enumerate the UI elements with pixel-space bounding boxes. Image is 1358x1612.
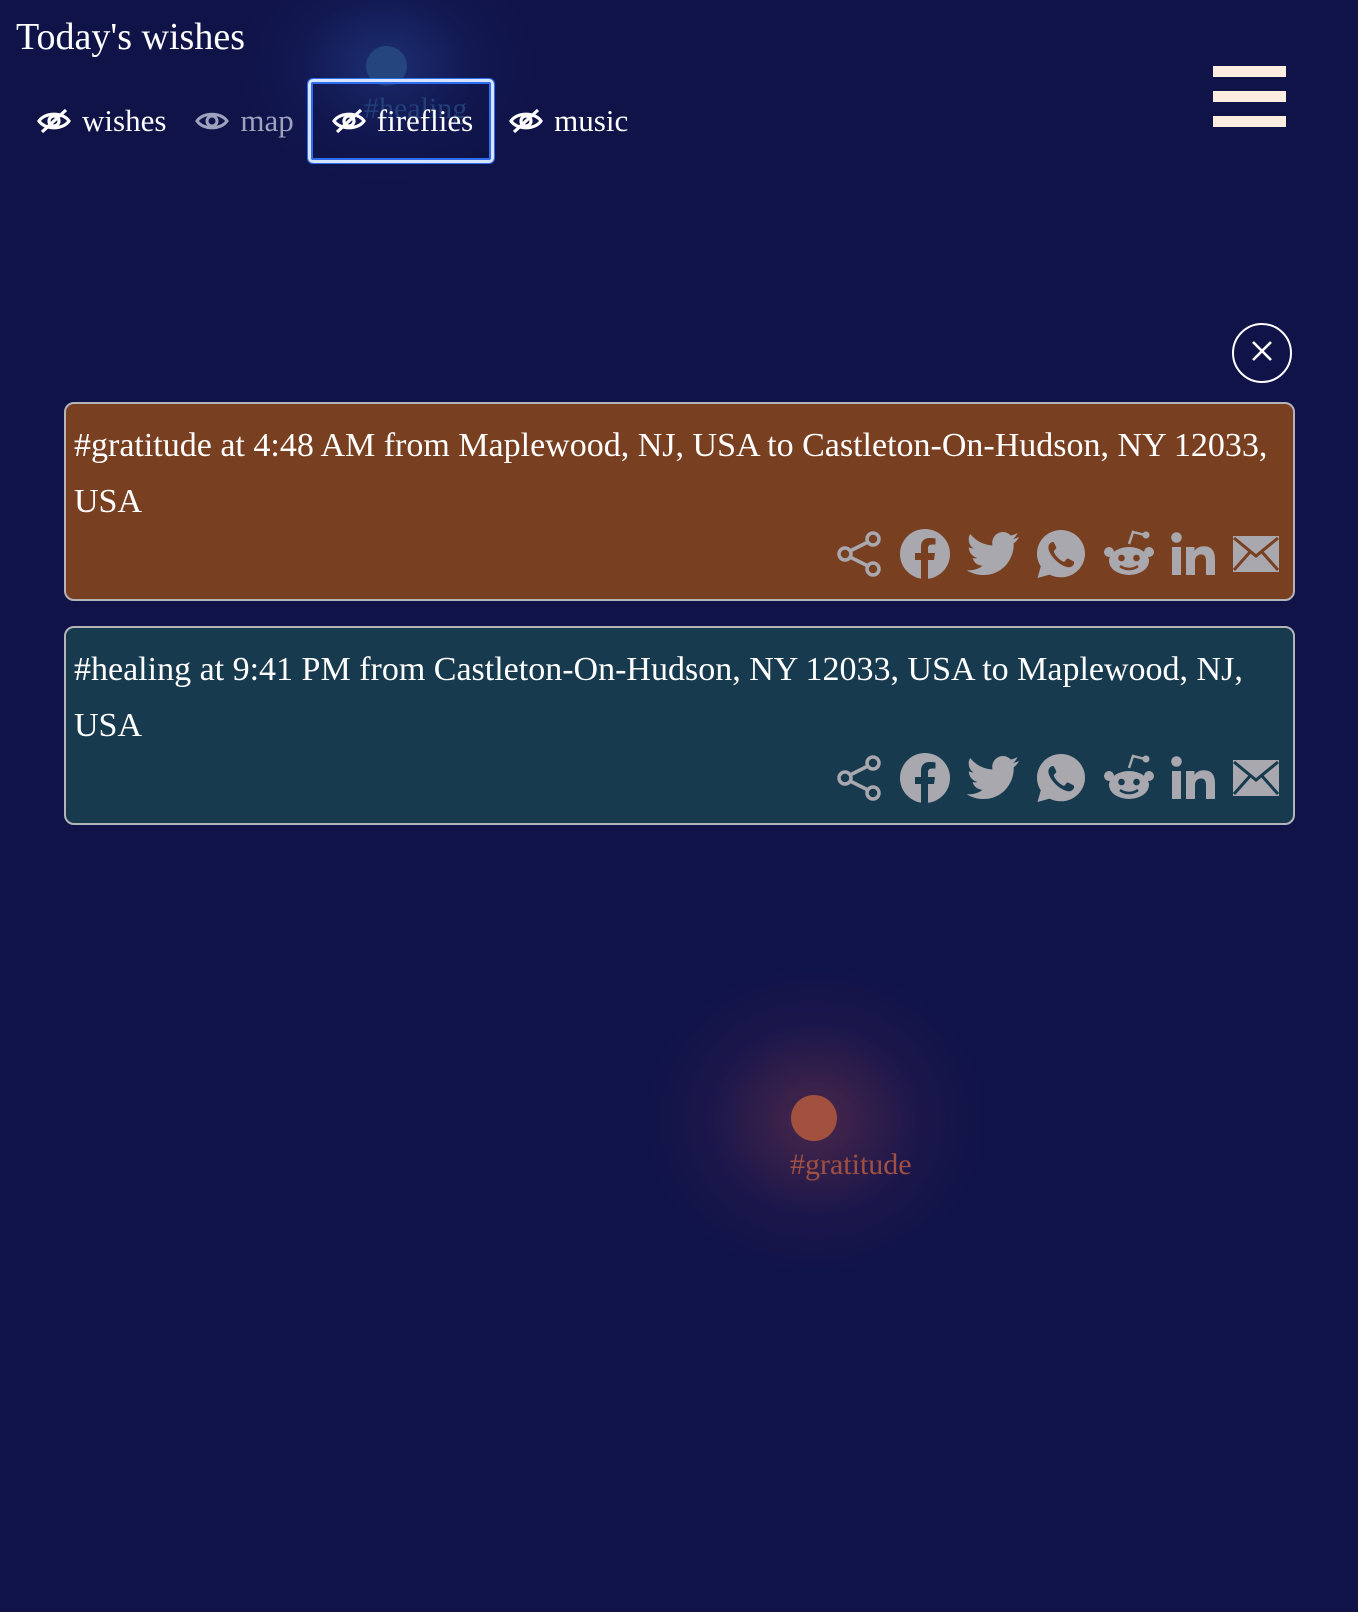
facebook-icon[interactable] — [899, 752, 951, 809]
page-title: Today's wishes — [16, 16, 246, 58]
wish-text: #healing at 9:41 PM from Castleton-On-Hu… — [74, 651, 1243, 744]
page: #healing #gratitude Today's wishes wishe… — [0, 0, 1358, 1612]
toggle-label: fireflies — [376, 103, 474, 138]
reddit-icon[interactable] — [1103, 530, 1155, 583]
email-icon[interactable] — [1232, 760, 1280, 801]
twitter-icon[interactable] — [966, 756, 1019, 805]
email-icon[interactable] — [1232, 536, 1280, 577]
whatsapp-icon[interactable] — [1035, 752, 1087, 809]
eye-slash-icon — [331, 107, 367, 135]
wish-card-gratitude: #gratitude at 4:48 AM from Maplewood, NJ… — [64, 402, 1295, 601]
toggle-fireflies[interactable]: fireflies — [307, 79, 495, 163]
eye-icon — [194, 107, 230, 135]
close-button[interactable] — [1232, 323, 1292, 383]
share-icon[interactable] — [835, 755, 883, 806]
twitter-icon[interactable] — [966, 532, 1019, 581]
eye-slash-icon — [36, 107, 72, 135]
wish-text: #gratitude at 4:48 AM from Maplewood, NJ… — [74, 427, 1268, 520]
layer-toggles: wishes map fireflies music — [22, 78, 642, 164]
hamburger-menu-icon[interactable] — [1213, 64, 1288, 128]
facebook-icon[interactable] — [899, 528, 951, 585]
toggle-label: music — [554, 103, 629, 138]
wish-card-healing: #healing at 9:41 PM from Castleton-On-Hu… — [64, 626, 1295, 825]
close-icon — [1251, 340, 1273, 367]
firefly-gratitude[interactable] — [791, 1095, 837, 1141]
toggle-label: map — [240, 103, 294, 138]
toggle-map[interactable]: map — [180, 79, 307, 163]
linkedin-icon[interactable] — [1171, 756, 1217, 805]
toggle-label: wishes — [82, 103, 167, 138]
whatsapp-icon[interactable] — [1035, 528, 1087, 585]
reddit-icon[interactable] — [1103, 754, 1155, 807]
share-row — [835, 752, 1280, 809]
eye-slash-icon — [508, 107, 544, 135]
share-icon[interactable] — [835, 531, 883, 582]
firefly-label-gratitude: #gratitude — [790, 1148, 912, 1181]
toggle-music[interactable]: music — [494, 79, 642, 163]
share-row — [835, 528, 1280, 585]
linkedin-icon[interactable] — [1171, 532, 1217, 581]
toggle-wishes[interactable]: wishes — [22, 79, 180, 163]
